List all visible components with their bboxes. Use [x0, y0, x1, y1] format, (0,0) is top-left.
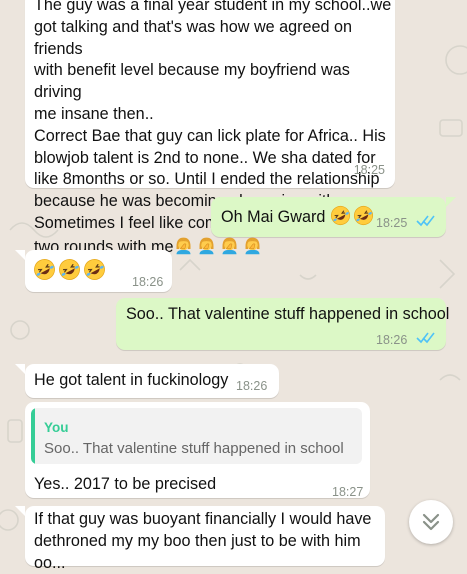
- message-text: Oh Mai Gward: [221, 205, 376, 229]
- read-receipt-icon: [416, 332, 435, 344]
- message-timestamp: 18:25: [376, 216, 408, 230]
- rolling-on-floor-laughing-icon: [34, 259, 55, 280]
- woman-facepalming-icon: [176, 237, 191, 255]
- message-line: me insane then..: [34, 104, 154, 123]
- message-line: got talking and that's was how we agreed…: [34, 17, 353, 58]
- bubble-tail: [15, 250, 25, 260]
- rolling-on-floor-laughing-icon: [84, 259, 105, 280]
- message-text: He got talent in fuckinology: [34, 371, 229, 389]
- message-bubble-incoming[interactable]: The guy was a final year student in my s…: [25, 0, 395, 256]
- message-text: [33, 258, 108, 284]
- message-timestamp: 18:26: [376, 333, 408, 347]
- message-line: like 8months or so. Until I ended the re…: [34, 170, 380, 189]
- emoji-group: [173, 237, 265, 256]
- message-timestamp: 18:25: [353, 163, 385, 178]
- message-bubble-incoming[interactable]: 18:26: [25, 250, 172, 292]
- woman-facepalming-icon: [245, 237, 260, 255]
- message-line: blowjob talent is 2nd to none.. We sha d…: [34, 148, 376, 167]
- read-receipt-icon: [416, 215, 435, 227]
- rolling-on-floor-laughing-icon: [59, 259, 80, 280]
- message-line: If that guy was buoyant financially I wo…: [34, 510, 372, 528]
- bubble-tail: [15, 364, 25, 374]
- message-line: Oh Mai Gward: [221, 208, 326, 226]
- message-bubble-incoming[interactable]: If that guy was buoyant financially I wo…: [25, 506, 385, 572]
- message-bubble-outgoing[interactable]: Soo.. That valentine stuff happened in s…: [116, 298, 450, 350]
- woman-facepalming-icon: [199, 237, 214, 255]
- quote-accent-bar: [31, 408, 35, 464]
- rolling-on-floor-laughing-icon: [330, 205, 350, 226]
- message-line: The guy was a final year student in my s…: [34, 0, 392, 14]
- message-line: dethroned my my boo then just to be with…: [34, 531, 361, 572]
- message-bubble-outgoing[interactable]: Oh Mai Gward 18:25: [211, 197, 446, 237]
- emoji-group: [330, 205, 376, 226]
- message-timestamp: 18:26: [132, 275, 164, 289]
- message-line: with benefit level because my boyfriend …: [34, 61, 350, 102]
- emoji-group: [33, 259, 108, 281]
- message-timestamp: 18:26: [236, 379, 268, 393]
- bubble-tail: [15, 506, 25, 516]
- scroll-to-bottom-button[interactable]: [409, 500, 453, 544]
- quote-text: Soo.. That valentine stuff happened in s…: [44, 440, 344, 457]
- message-text: Soo.. That valentine stuff happened in s…: [126, 305, 450, 323]
- quote-author: You: [44, 420, 69, 435]
- rolling-on-floor-laughing-icon: [353, 205, 373, 226]
- bubble-tail: [446, 197, 456, 207]
- message-text: If that guy was buoyant financially I wo…: [34, 509, 389, 574]
- quoted-message[interactable]: You Soo.. That valentine stuff happened …: [31, 408, 362, 464]
- message-bubble-incoming[interactable]: He got talent in fuckinology 18:26: [25, 364, 279, 398]
- message-timestamp: 18:27: [332, 485, 364, 499]
- message-text: Yes.. 2017 to be precised: [34, 475, 217, 493]
- double-chevron-down-icon: [422, 513, 440, 531]
- woman-facepalming-icon: [222, 237, 237, 255]
- message-line: Correct Bae that guy can lick plate for …: [34, 126, 386, 145]
- message-bubble-incoming[interactable]: You Soo.. That valentine stuff happened …: [25, 402, 370, 499]
